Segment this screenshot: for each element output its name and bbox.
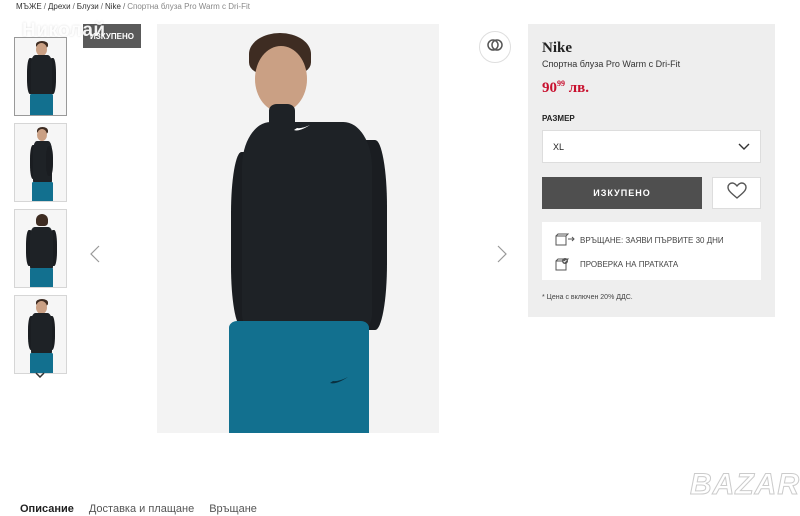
- heart-icon: [726, 181, 747, 205]
- returns-text: ВРЪЩАНЕ: ЗАЯВИ ПЪРВИТЕ 30 ДНИ: [580, 235, 724, 245]
- chevron-left-icon[interactable]: [87, 240, 103, 268]
- breadcrumb-link-clothing[interactable]: Дрехи: [48, 2, 71, 11]
- breadcrumb-link-tops[interactable]: Блузи: [77, 2, 99, 11]
- price-cents: 99: [557, 79, 565, 88]
- thumbnail-back[interactable]: [14, 209, 67, 288]
- price-main: 90: [542, 80, 557, 96]
- thumbnail-pose[interactable]: [14, 295, 67, 374]
- thumbnail-front[interactable]: [14, 37, 67, 116]
- package-check-icon: [554, 257, 576, 271]
- returns-box-icon: [554, 233, 576, 247]
- service-info-box: ВРЪЩАНЕ: ЗАЯВИ ПЪРВИТЕ 30 ДНИ ПРОВЕРКА Н…: [542, 222, 761, 280]
- model-figure: [157, 24, 439, 433]
- compare-button[interactable]: [479, 31, 511, 63]
- vat-note: * Цена с включен 20% ДДС.: [542, 294, 633, 301]
- size-select[interactable]: XL: [542, 130, 761, 163]
- chevron-down-icon[interactable]: [35, 370, 45, 380]
- breadcrumb-separator: /: [72, 2, 75, 11]
- returns-info-row[interactable]: ВРЪЩАНЕ: ЗАЯВИ ПЪРВИТЕ 30 ДНИ: [554, 233, 724, 247]
- tab-delivery-payment[interactable]: Доставка и плащане: [89, 503, 194, 515]
- product-tabs: Описание Доставка и плащане Връщане: [20, 503, 272, 515]
- product-title: Спортна блуза Pro Warm с Dri-Fit: [542, 59, 681, 69]
- product-info-panel: Nike Спортна блуза Pro Warm с Dri-Fit 90…: [528, 24, 775, 317]
- chevron-down-icon: [738, 142, 750, 152]
- price-currency: лв.: [568, 80, 590, 96]
- check-info-row[interactable]: ПРОВЕРКА НА ПРАТКАТА: [554, 257, 678, 271]
- sold-out-button[interactable]: ИЗКУПЕНО: [542, 177, 702, 209]
- product-brand[interactable]: Nike: [542, 40, 572, 57]
- tab-returns[interactable]: Връщане: [209, 503, 257, 515]
- breadcrumb-link-brand[interactable]: Nike: [105, 2, 121, 11]
- product-price: 9099 лв.: [542, 79, 590, 97]
- breadcrumb-separator: /: [123, 2, 126, 11]
- bazar-logo: BAZAR: [690, 468, 800, 502]
- thumbnail-gallery: [14, 37, 68, 381]
- compare-rings-icon: [486, 36, 504, 59]
- check-text: ПРОВЕРКА НА ПРАТКАТА: [580, 259, 679, 269]
- tab-description[interactable]: Описание: [20, 503, 74, 515]
- size-label: РАЗМЕР: [542, 114, 575, 123]
- breadcrumb-current: Спортна блуза Pro Warm с Dri-Fit: [127, 2, 250, 11]
- wishlist-button[interactable]: [712, 177, 761, 209]
- chevron-right-icon[interactable]: [494, 240, 510, 268]
- thumbnail-side[interactable]: [14, 123, 67, 202]
- breadcrumb-link-men[interactable]: МЪЖЕ: [16, 2, 42, 11]
- breadcrumb: МЪЖЕ / Дрехи / Блузи / Nike / Спортна блуза Pro …: [16, 2, 250, 11]
- breadcrumb-separator: /: [100, 2, 103, 11]
- main-product-image[interactable]: [157, 24, 439, 433]
- sold-out-badge: ИЗКУПЕНО: [83, 24, 141, 48]
- breadcrumb-separator: /: [43, 2, 46, 11]
- selected-size: XL: [553, 141, 565, 152]
